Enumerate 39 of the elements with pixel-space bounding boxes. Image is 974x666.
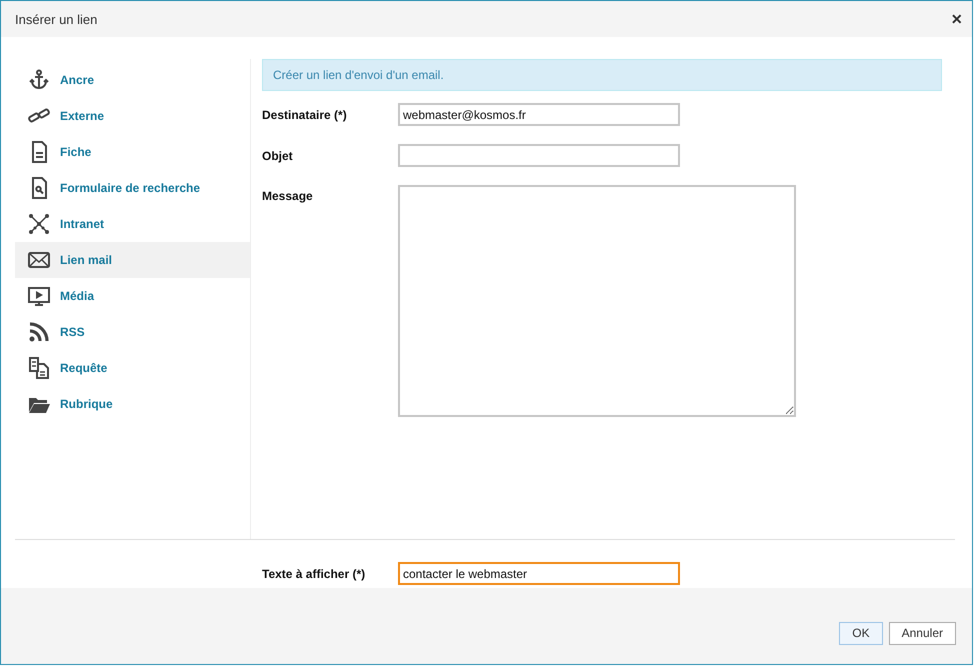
- input-field[interactable]: webmaster@kosmos.fr: [398, 103, 680, 126]
- message-field[interactable]: [398, 185, 796, 417]
- sidebar-item[interactable]: Média: [15, 278, 250, 314]
- item-label: Lien mail: [60, 253, 112, 267]
- item-label: Ancre: [60, 73, 94, 87]
- item-label: Média: [60, 289, 94, 303]
- sidebar-item[interactable]: Rubrique: [15, 386, 250, 422]
- window-title: Insérer un lien: [15, 12, 98, 26]
- network-icon: [28, 213, 50, 235]
- item-label: Fiche: [60, 145, 92, 159]
- item-label: Formulaire de recherche: [60, 181, 200, 195]
- item-label: Rubrique: [60, 397, 113, 411]
- field-label: Message: [262, 188, 314, 203]
- input-field[interactable]: [398, 144, 680, 167]
- field-label: Objet: [262, 148, 294, 162]
- sidebar-item[interactable]: Fiche: [15, 134, 250, 170]
- anchor-icon: [28, 69, 50, 91]
- sidebar-item[interactable]: RSS: [15, 314, 250, 350]
- close-button[interactable]: ×: [951, 10, 962, 28]
- sidebar-item[interactable]: Lien mail: [15, 242, 250, 278]
- envelope-icon: [28, 249, 50, 271]
- dialog-button[interactable]: Annuler: [888, 622, 956, 644]
- sidebar-item[interactable]: Ancre: [15, 62, 250, 98]
- sidebar-item[interactable]: Externe: [15, 98, 250, 134]
- item-label: Requête: [60, 361, 108, 375]
- sidebar-item[interactable]: Formulaire de recherche: [15, 170, 250, 206]
- item-label: Externe: [60, 109, 104, 123]
- item-label: Intranet: [60, 217, 104, 231]
- documents-icon: [28, 357, 50, 379]
- monitor-play-icon: [28, 285, 50, 307]
- field-label: Texte à afficher (*): [262, 566, 366, 580]
- info-message: Créer un lien d'envoi d'un email.: [262, 59, 942, 91]
- item-label: RSS: [60, 325, 85, 339]
- rss-icon: [28, 321, 50, 343]
- sidebar-item[interactable]: Intranet: [15, 206, 250, 242]
- field-label: Destinataire (*): [262, 108, 348, 122]
- dialog-button[interactable]: OK: [839, 622, 883, 644]
- input-field[interactable]: contacter le webmaster: [398, 562, 680, 585]
- sidebar-item[interactable]: Requête: [15, 350, 250, 386]
